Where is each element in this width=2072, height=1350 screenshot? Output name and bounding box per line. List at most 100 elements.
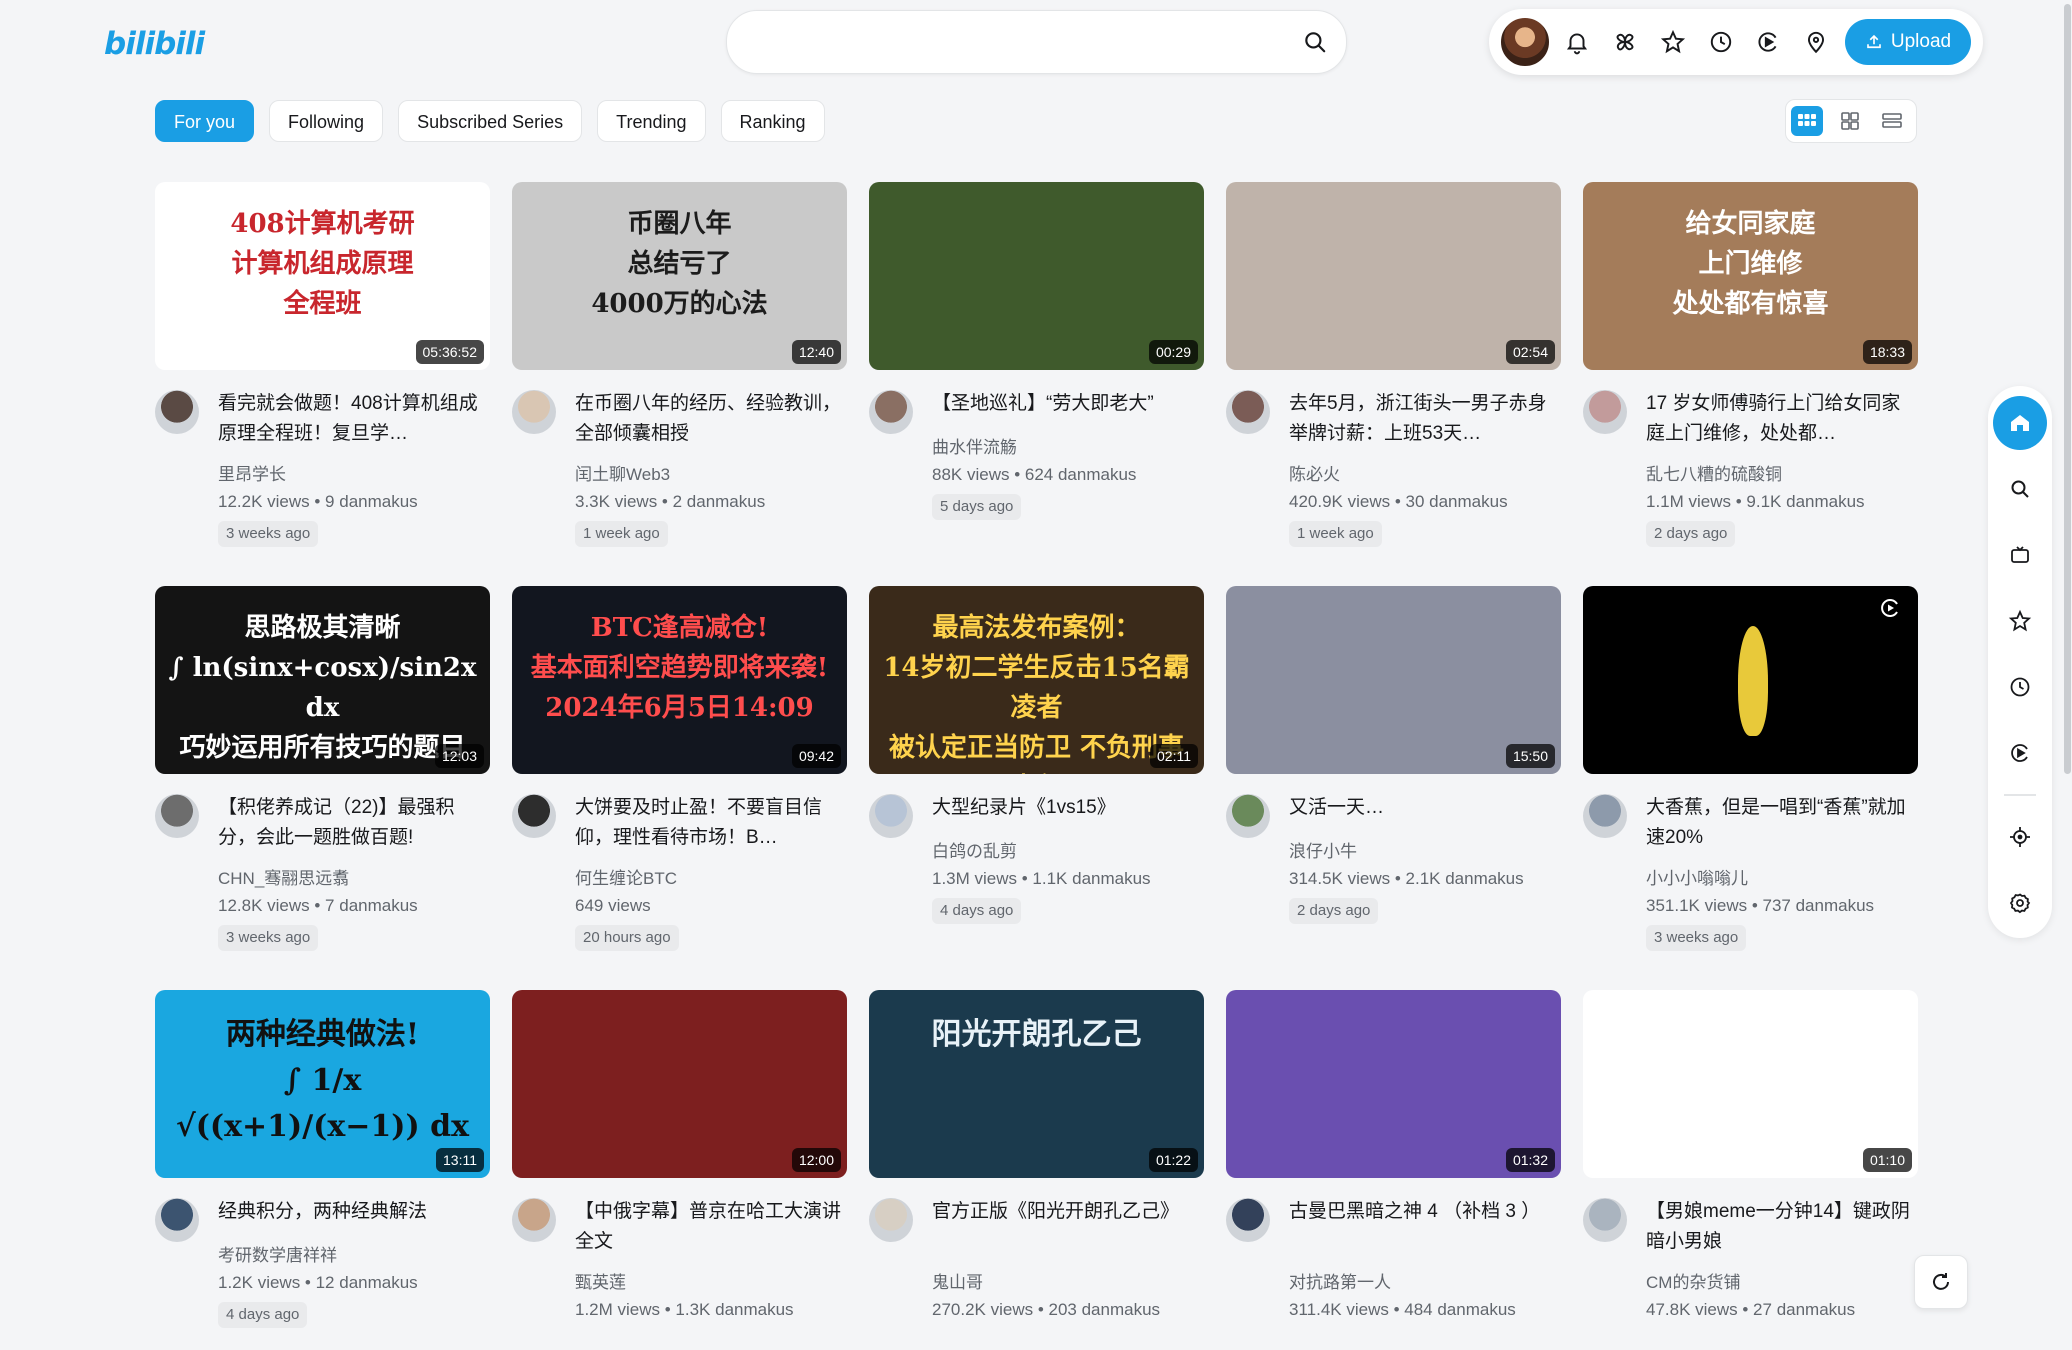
tab-following[interactable]: Following <box>269 100 384 142</box>
video-thumbnail[interactable] <box>1583 586 1918 774</box>
search-icon[interactable] <box>1302 29 1328 55</box>
author-name[interactable]: 曲水伴流觞 <box>932 434 1204 461</box>
bell-icon[interactable] <box>1564 29 1590 55</box>
video-card[interactable]: 阳光开朗孔乙己 01:22 官方正版《阳光开朗孔乙己》 鬼山哥 270.2K views… <box>869 990 1204 1350</box>
video-title[interactable]: 大饼要及时止盈！不要盲目信仰，理性看待市场！B… <box>575 793 847 853</box>
author-avatar[interactable] <box>512 1198 556 1242</box>
upload-button[interactable]: Upload <box>1845 19 1971 65</box>
video-thumbnail[interactable]: 币圈八年 总结亏了 4000万的心法 12:40 <box>512 182 847 370</box>
video-card[interactable]: 思路极其清晰 ∫ ln(sinx+cosx)/sin2x dx 巧妙运用所有技巧… <box>155 586 490 951</box>
author-name[interactable]: 陈必火 <box>1289 461 1561 488</box>
video-title[interactable]: 在币圈八年的经历、经验教训，全部倾囊相授 <box>575 389 847 449</box>
video-title[interactable]: 看完就会做题！408计算机组成原理全程班！复旦学… <box>218 389 490 449</box>
grid-small-view-button[interactable] <box>1834 106 1866 136</box>
author-avatar[interactable] <box>1226 390 1270 434</box>
video-card[interactable]: 最高法发布案例： 14岁初二学生反击15名霸凌者 被认定正当防卫 不负刑事责任0… <box>869 586 1204 946</box>
video-title[interactable]: 大型纪录片《1vs15》 <box>932 793 1204 823</box>
refresh-button[interactable] <box>1914 1255 1968 1309</box>
list-view-button[interactable] <box>1876 106 1908 136</box>
rail-replay-button[interactable] <box>1993 726 2047 780</box>
author-avatar[interactable] <box>1226 1198 1270 1242</box>
video-title[interactable]: 去年5月，浙江街头一男子赤身举牌讨薪：上班53天… <box>1289 389 1561 449</box>
video-thumbnail[interactable]: 思路极其清晰 ∫ ln(sinx+cosx)/sin2x dx 巧妙运用所有技巧… <box>155 586 490 774</box>
author-name[interactable]: 浪仔小牛 <box>1289 838 1561 865</box>
video-title[interactable]: 官方正版《阳光开朗孔乙己》 <box>932 1197 1204 1227</box>
author-avatar[interactable] <box>155 794 199 838</box>
video-title[interactable]: 【圣地巡礼】“劳大即老大” <box>932 389 1204 419</box>
grid-large-view-button[interactable] <box>1791 106 1823 136</box>
video-card[interactable]: 01:10 【男娘meme一分钟14】键政阴暗小男娘 CM的杂货铺 47.8K vie… <box>1583 990 1918 1350</box>
video-card[interactable]: 12:00 【中俄字幕】普京在哈工大演讲全文 甄英莲 1.2M views • 1.3… <box>512 990 847 1350</box>
video-title[interactable]: 【中俄字幕】普京在哈工大演讲全文 <box>575 1197 847 1257</box>
rail-locate-button[interactable] <box>1993 810 2047 864</box>
video-card[interactable]: 408计算机考研 计算机组成原理 全程班 05:36:52 看完就会做题！408计算… <box>155 182 490 547</box>
rail-favorites-button[interactable] <box>1993 594 2047 648</box>
bilibili-logo[interactable]: bilibili <box>104 26 205 62</box>
video-card[interactable]: 币圈八年 总结亏了 4000万的心法 12:40 在币圈八年的经历、经验教训，全部倾… <box>512 182 847 547</box>
tab-for-you[interactable]: For you <box>155 100 255 142</box>
pinwheel-icon[interactable] <box>1612 29 1638 55</box>
user-avatar[interactable] <box>1499 16 1551 68</box>
author-avatar[interactable] <box>869 794 913 838</box>
author-avatar[interactable] <box>869 390 913 434</box>
author-avatar[interactable] <box>1226 794 1270 838</box>
video-title[interactable]: 17 岁女师傅骑行上门给女同家庭上门维修，处处都… <box>1646 389 1918 449</box>
video-thumbnail[interactable]: 02:54 <box>1226 182 1561 370</box>
creator-play-icon[interactable] <box>1755 29 1781 55</box>
author-name[interactable]: 甄英莲 <box>575 1269 847 1296</box>
video-card[interactable]: 02:54 去年5月，浙江街头一男子赤身举牌讨薪：上班53天… 陈必火 420.9K … <box>1226 182 1561 547</box>
author-avatar[interactable] <box>1583 390 1627 434</box>
author-avatar[interactable] <box>1583 794 1627 838</box>
author-avatar[interactable] <box>512 390 556 434</box>
video-thumbnail[interactable]: 12:00 <box>512 990 847 1178</box>
video-title[interactable]: 又活一天… <box>1289 793 1561 823</box>
video-title[interactable]: 【积佬养成记（22)】最强积分，会此一题胜做百题! <box>218 793 490 853</box>
author-name[interactable]: 对抗路第一人 <box>1289 1269 1561 1296</box>
tab-ranking[interactable]: Ranking <box>720 100 825 142</box>
author-name[interactable]: 乱七八糟的硫酸铜 <box>1646 461 1918 488</box>
video-thumbnail[interactable]: 给女同家庭 上门维修 处处都有惊喜 18:33 <box>1583 182 1918 370</box>
location-pin-icon[interactable] <box>1803 29 1829 55</box>
author-name[interactable]: CM的杂货铺 <box>1646 1269 1918 1296</box>
author-name[interactable]: CHN_骞翮思远翥 <box>218 865 490 892</box>
author-avatar[interactable] <box>1583 1198 1627 1242</box>
tab-subscribed-series[interactable]: Subscribed Series <box>398 100 583 142</box>
rail-tv-button[interactable] <box>1993 528 2047 582</box>
star-icon[interactable] <box>1660 29 1686 55</box>
video-card[interactable]: 01:32 古曼巴黑暗之神 4 （补档 3 ） 对抗路第一人 311.4K views… <box>1226 990 1561 1350</box>
author-avatar[interactable] <box>155 1198 199 1242</box>
video-title[interactable]: 古曼巴黑暗之神 4 （补档 3 ） <box>1289 1197 1561 1227</box>
video-title[interactable]: 大香蕉，但是一唱到“香蕉”就加速20% <box>1646 793 1918 853</box>
video-thumbnail[interactable]: 408计算机考研 计算机组成原理 全程班 05:36:52 <box>155 182 490 370</box>
author-name[interactable]: 小小小嗡嗡儿 <box>1646 865 1918 892</box>
author-avatar[interactable] <box>155 390 199 434</box>
author-name[interactable]: 白鸽の乱剪 <box>932 838 1204 865</box>
video-thumbnail[interactable]: 15:50 <box>1226 586 1561 774</box>
video-card[interactable]: 大香蕉，但是一唱到“香蕉”就加速20% 小小小嗡嗡儿 351.1K views • … <box>1583 586 1918 951</box>
video-thumbnail[interactable]: 00:29 <box>869 182 1204 370</box>
video-thumbnail[interactable]: 最高法发布案例： 14岁初二学生反击15名霸凌者 被认定正当防卫 不负刑事责任0… <box>869 586 1204 774</box>
video-thumbnail[interactable]: BTC逢高减仓! 基本面利空趋势即将来袭! 2024年6月5日14:09 09:4… <box>512 586 847 774</box>
search-bar[interactable] <box>726 10 1347 74</box>
history-clock-icon[interactable] <box>1708 29 1734 55</box>
video-thumbnail[interactable]: 两种经典做法! ∫ 1/x √((x+1)/(x−1)) dx 13:11 <box>155 990 490 1178</box>
tab-trending[interactable]: Trending <box>597 100 706 142</box>
video-thumbnail[interactable]: 阳光开朗孔乙己 01:22 <box>869 990 1204 1178</box>
search-input[interactable] <box>755 25 1279 59</box>
video-thumbnail[interactable]: 01:10 <box>1583 990 1918 1178</box>
video-title[interactable]: 【男娘meme一分钟14】键政阴暗小男娘 <box>1646 1197 1918 1257</box>
rail-history-button[interactable] <box>1993 660 2047 714</box>
rail-search-button[interactable] <box>1993 462 2047 516</box>
scrollbar-thumb[interactable] <box>2064 4 2071 774</box>
rail-settings-button[interactable] <box>1993 876 2047 930</box>
video-title[interactable]: 经典积分，两种经典解法 <box>218 1197 490 1227</box>
author-avatar[interactable] <box>869 1198 913 1242</box>
author-name[interactable]: 闰土聊Web3 <box>575 461 847 488</box>
video-card[interactable]: 两种经典做法! ∫ 1/x √((x+1)/(x−1)) dx 13:11 经典积分… <box>155 990 490 1350</box>
video-card[interactable]: 15:50 又活一天… 浪仔小牛 314.5K views • 2.1K danmak… <box>1226 586 1561 946</box>
video-card[interactable]: 给女同家庭 上门维修 处处都有惊喜 18:33 17 岁女师傅骑行上门给女同家庭上门… <box>1583 182 1918 547</box>
rail-home-button[interactable] <box>1993 396 2047 450</box>
author-name[interactable]: 里昂学长 <box>218 461 490 488</box>
author-name[interactable]: 考研数学唐祥祥 <box>218 1242 490 1269</box>
author-avatar[interactable] <box>512 794 556 838</box>
